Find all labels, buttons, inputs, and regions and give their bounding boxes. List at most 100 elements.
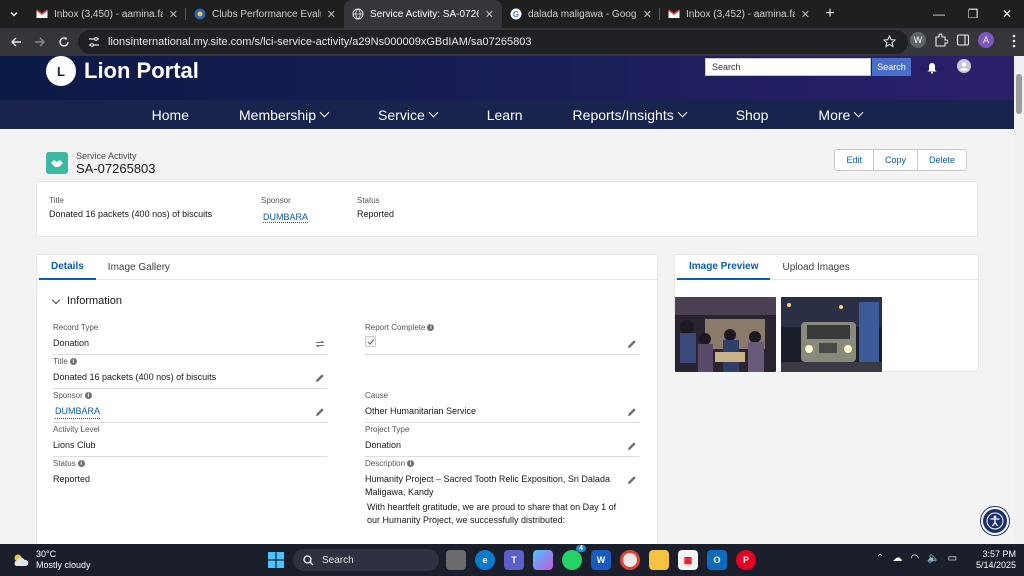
portal-search-input[interactable]: Search (705, 58, 871, 76)
field-status: Status i Reported (53, 457, 327, 491)
forward-button[interactable] (28, 30, 52, 54)
extensions-puzzle-icon[interactable] (934, 33, 948, 47)
description-body: With heartfelt gratitude, we are proud t… (367, 502, 617, 525)
word-icon[interactable]: W (591, 550, 611, 570)
field-label: Report Complete i (365, 323, 639, 332)
scrollbar-thumb[interactable] (1016, 74, 1022, 114)
reload-button[interactable] (52, 30, 76, 54)
edit-button[interactable]: Edit (835, 150, 873, 170)
nav-service[interactable]: Service (353, 107, 462, 123)
delete-button[interactable]: Delete (916, 150, 966, 170)
edit-pencil-icon[interactable] (627, 475, 637, 485)
tab-image-gallery[interactable]: Image Gallery (96, 255, 182, 279)
extension-w-icon[interactable]: W (910, 32, 926, 48)
browser-tab-active[interactable]: Service Activity: SA-07265803 ✕ (344, 0, 502, 28)
globe-icon (352, 8, 364, 20)
edit-pencil-icon[interactable] (627, 339, 637, 349)
info-icon[interactable]: i (84, 392, 92, 399)
weather-widget[interactable]: 30°C Mostly cloudy (12, 549, 91, 571)
info-icon[interactable]: i (69, 358, 77, 365)
browser-tab[interactable]: G dalada maligawa - Google Sear ✕ (502, 0, 660, 28)
edit-pencil-icon[interactable] (627, 441, 637, 451)
portal-brand: Lion Portal (84, 58, 199, 83)
edge-icon[interactable]: e (475, 550, 495, 570)
back-button[interactable] (4, 30, 28, 54)
portal-search-button[interactable]: Search (872, 58, 911, 76)
new-tab-button[interactable]: + (818, 0, 842, 28)
chevron-up-icon[interactable]: ⌃ (876, 553, 884, 564)
info-icon[interactable]: i (427, 324, 435, 331)
close-window-icon[interactable]: ✕ (990, 0, 1024, 28)
image-tabs: Image Preview Upload Images (675, 255, 978, 280)
close-tab-icon[interactable]: ✕ (327, 8, 336, 21)
tab-search-button[interactable] (0, 0, 28, 28)
onedrive-icon[interactable]: ☁ (892, 553, 902, 564)
lions-icon (194, 8, 206, 20)
image-thumbnail-vehicle[interactable] (781, 297, 882, 372)
windows-start-icon[interactable] (266, 550, 286, 570)
sponsor-link[interactable]: DUMBARA (263, 212, 309, 223)
edit-pencil-icon[interactable] (315, 407, 325, 417)
browser-tab[interactable]: Inbox (3,452) - aamina.fazeel09 ✕ (660, 0, 818, 28)
extensions-area: W A (910, 32, 994, 48)
sponsor-field-link[interactable]: DUMBARA (55, 405, 101, 419)
image-thumbnail-volunteers[interactable] (675, 297, 776, 372)
portal-logo[interactable]: L Lion Portal (46, 56, 199, 86)
details-card: Details Image Gallery Information Record… (36, 254, 658, 544)
nav-shop[interactable]: Shop (711, 107, 794, 123)
outlook-icon[interactable]: O (707, 550, 727, 570)
browser-tab[interactable]: Inbox (3,450) - aamina.fazeel09 ✕ (28, 0, 186, 28)
nav-learn[interactable]: Learn (462, 107, 548, 123)
field-label: Title i (53, 357, 327, 366)
change-record-type-icon[interactable] (315, 339, 325, 349)
nav-more[interactable]: More (793, 107, 887, 123)
field-label: Activity Level (53, 425, 100, 434)
taskbar-clock[interactable]: 3:57 PM 5/14/2025 (972, 549, 1016, 571)
volume-icon[interactable]: 🔈 (927, 553, 939, 564)
taskbar-search[interactable]: Search (293, 549, 439, 571)
close-tab-icon[interactable]: ✕ (801, 8, 810, 21)
restore-icon[interactable]: ❐ (956, 0, 990, 28)
edit-pencil-icon[interactable] (627, 407, 637, 417)
pinterest-icon[interactable]: P (736, 550, 756, 570)
page-scrollbar[interactable] (1014, 56, 1024, 544)
minimize-icon[interactable]: — (922, 0, 956, 28)
task-view-icon[interactable] (446, 550, 466, 570)
profile-avatar[interactable]: A (978, 32, 994, 48)
copilot-icon[interactable] (533, 550, 553, 570)
tab-details[interactable]: Details (39, 255, 96, 280)
tab-upload-images[interactable]: Upload Images (770, 255, 861, 279)
nav-membership[interactable]: Membership (214, 107, 353, 123)
bell-icon[interactable] (926, 62, 938, 74)
nav-label: Membership (239, 106, 317, 123)
battery-icon[interactable]: ▭ (948, 553, 957, 564)
close-tab-icon[interactable]: ✕ (485, 8, 494, 21)
nav-home[interactable]: Home (127, 107, 214, 123)
chrome-icon[interactable] (620, 550, 640, 570)
wifi-icon[interactable]: ◠ (910, 553, 919, 564)
browser-tab[interactable]: Clubs Performance Evaluation S ✕ (186, 0, 344, 28)
highlight-value: Reported (357, 209, 395, 219)
bookmark-star-icon[interactable] (883, 35, 896, 48)
checkmark-icon (367, 338, 374, 345)
teams-icon[interactable]: T (504, 550, 524, 570)
address-input[interactable]: lionsinternational.my.site.com/s/lci-ser… (78, 30, 908, 54)
nav-reports-insights[interactable]: Reports/Insights (548, 107, 711, 123)
nav-label: More (818, 106, 851, 123)
copy-button[interactable]: Copy (872, 150, 917, 170)
info-icon[interactable]: i (407, 460, 415, 467)
user-avatar-icon[interactable] (957, 59, 971, 73)
info-icon[interactable]: i (77, 460, 85, 467)
whatsapp-icon[interactable]: 4 (562, 545, 586, 570)
site-info-icon[interactable] (88, 36, 100, 48)
tab-image-preview[interactable]: Image Preview (677, 255, 771, 280)
browser-menu-icon[interactable] (1012, 34, 1016, 48)
file-explorer-icon[interactable] (649, 550, 669, 570)
accessibility-button[interactable] (981, 507, 1009, 535)
edit-pencil-icon[interactable] (315, 373, 325, 383)
close-tab-icon[interactable]: ✕ (643, 8, 652, 21)
section-information-toggle[interactable]: Information (51, 295, 122, 307)
close-tab-icon[interactable]: ✕ (169, 8, 178, 21)
microsoft-store-icon[interactable]: ▦ (678, 550, 698, 570)
side-panel-icon[interactable] (956, 33, 970, 47)
